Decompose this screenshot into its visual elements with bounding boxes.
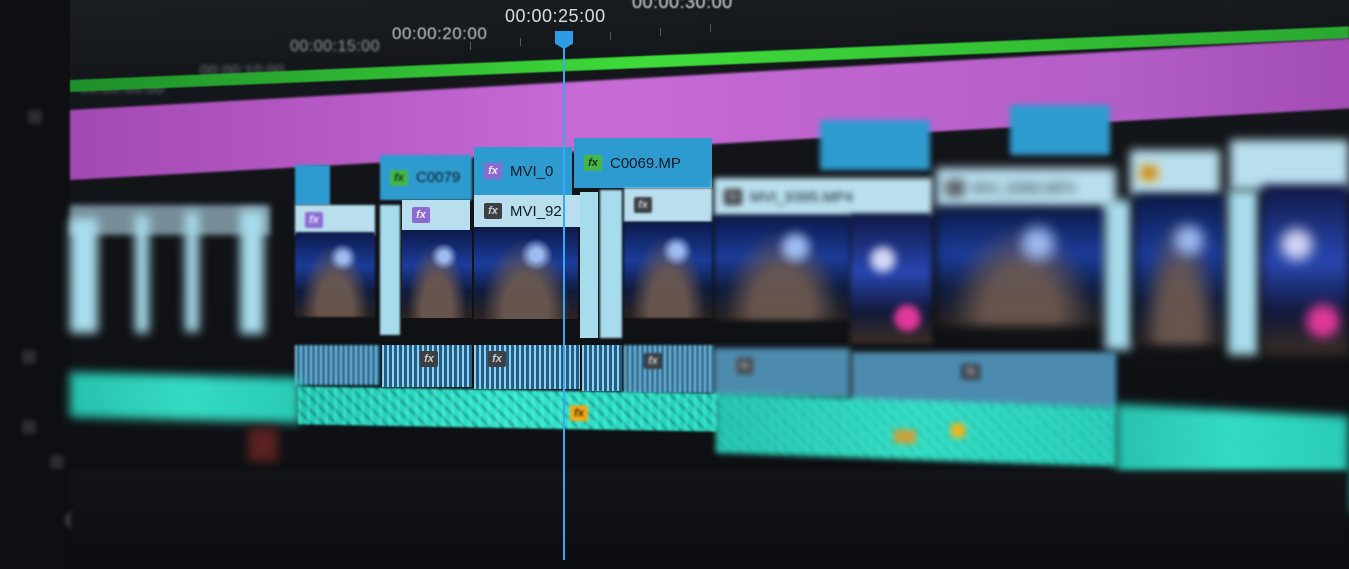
video-clip-strip[interactable] — [185, 212, 199, 332]
fx-badge-icon: fx — [570, 405, 588, 422]
empty-track-area[interactable] — [70, 470, 1349, 569]
video-clip-strip[interactable] — [1105, 200, 1131, 350]
video-clip[interactable]: fx — [624, 188, 712, 222]
marker[interactable] — [248, 428, 278, 462]
video-clip-strip[interactable] — [600, 190, 622, 338]
clip-label: MVI_0 — [510, 162, 554, 180]
clip-thumbnail — [295, 232, 375, 317]
music-clip[interactable] — [70, 371, 300, 424]
audio-clip[interactable] — [295, 345, 380, 385]
clip-thumbnail — [714, 216, 850, 320]
track-headers — [0, 0, 85, 569]
clip-thumbnail — [1262, 185, 1349, 355]
fx-badge-icon: fx — [390, 169, 408, 186]
video-clip[interactable] — [1010, 105, 1110, 155]
ruler-tick — [710, 24, 711, 32]
video-clip[interactable]: fx C0079 — [380, 155, 472, 200]
keyframe-marker[interactable] — [894, 429, 916, 444]
video-clip[interactable]: fx MVI_9396.MP4 — [936, 168, 1116, 208]
playhead-line — [563, 45, 565, 560]
music-clip[interactable]: fx — [298, 386, 718, 432]
clip-label: MVI_9396.MP4 — [972, 179, 1076, 197]
audio-clip[interactable]: fx — [382, 345, 472, 387]
video-clip-strip[interactable] — [380, 205, 400, 335]
ruler-tick — [660, 28, 661, 36]
clip-label: C0069.MP — [610, 154, 681, 172]
video-clip-strip[interactable] — [1228, 190, 1258, 355]
keyframe-marker[interactable] — [951, 423, 965, 438]
timecode-label: 00:00:25:00 — [505, 6, 606, 26]
audio-clip[interactable]: fx — [624, 345, 714, 393]
fx-badge-icon: fx — [644, 353, 662, 369]
fx-badge-icon: fx — [305, 212, 323, 228]
track-toggle-icon[interactable] — [22, 350, 36, 364]
ruler-tick — [520, 38, 521, 46]
clip-thumbnail — [1135, 195, 1225, 345]
fx-badge-icon: fx — [484, 203, 502, 219]
fx-badge-icon: fx — [962, 364, 980, 380]
audio-clip[interactable]: fx — [714, 348, 850, 398]
fx-badge-icon: fx — [946, 180, 964, 196]
track-toggle-icon[interactable] — [22, 420, 36, 434]
fx-badge-icon: fx — [584, 155, 602, 171]
ruler-tick — [470, 42, 471, 50]
video-clip-strip[interactable] — [240, 210, 264, 334]
video-clip[interactable]: fx — [1130, 150, 1220, 195]
fx-badge-icon: fx — [488, 351, 506, 367]
video-clip[interactable]: fx C0069.MP — [574, 138, 712, 188]
clip-label: MVI_9395.MP4 — [750, 188, 854, 206]
fx-badge-icon: fx — [724, 189, 742, 205]
track-toggle-icon[interactable] — [28, 110, 42, 124]
fx-badge-icon: fx — [1140, 164, 1158, 181]
video-clip-strip[interactable] — [580, 192, 598, 338]
video-clip[interactable] — [820, 120, 930, 170]
fx-badge-icon: fx — [484, 163, 502, 179]
timecode-label: 00:00:15:00 — [290, 38, 381, 55]
video-clip[interactable] — [1230, 140, 1349, 190]
timecode-label: 00:00:20:00 — [392, 24, 488, 43]
video-clip-strip[interactable] — [135, 215, 149, 333]
clip-label: MVI_92 — [510, 202, 562, 220]
clip-thumbnail — [624, 222, 712, 318]
video-clip[interactable]: fx MVI_0 — [474, 147, 572, 195]
ruler-tick — [610, 32, 611, 40]
clip-thumbnail — [936, 208, 1106, 326]
clip-thumbnail — [850, 214, 932, 344]
video-clip-strip[interactable] — [70, 218, 98, 333]
timecode-label: 00:00:30:00 — [632, 0, 733, 12]
fx-badge-icon: fx — [736, 358, 754, 374]
clip-label: C0079 — [416, 169, 461, 186]
audio-clip[interactable] — [582, 345, 622, 391]
clip-thumbnail — [402, 230, 472, 318]
video-clip[interactable]: fx MVI_9395.MP4 — [714, 178, 932, 216]
video-clip[interactable] — [295, 165, 330, 205]
video-clip[interactable]: fx — [295, 205, 375, 235]
track-toggle-icon[interactable] — [50, 455, 64, 469]
fx-badge-icon: fx — [412, 207, 430, 223]
video-clip[interactable]: fx — [402, 200, 470, 230]
fx-badge-icon: fx — [634, 197, 652, 213]
video-clip[interactable]: fx MVI_92 — [474, 195, 582, 227]
fx-badge-icon: fx — [420, 351, 438, 367]
